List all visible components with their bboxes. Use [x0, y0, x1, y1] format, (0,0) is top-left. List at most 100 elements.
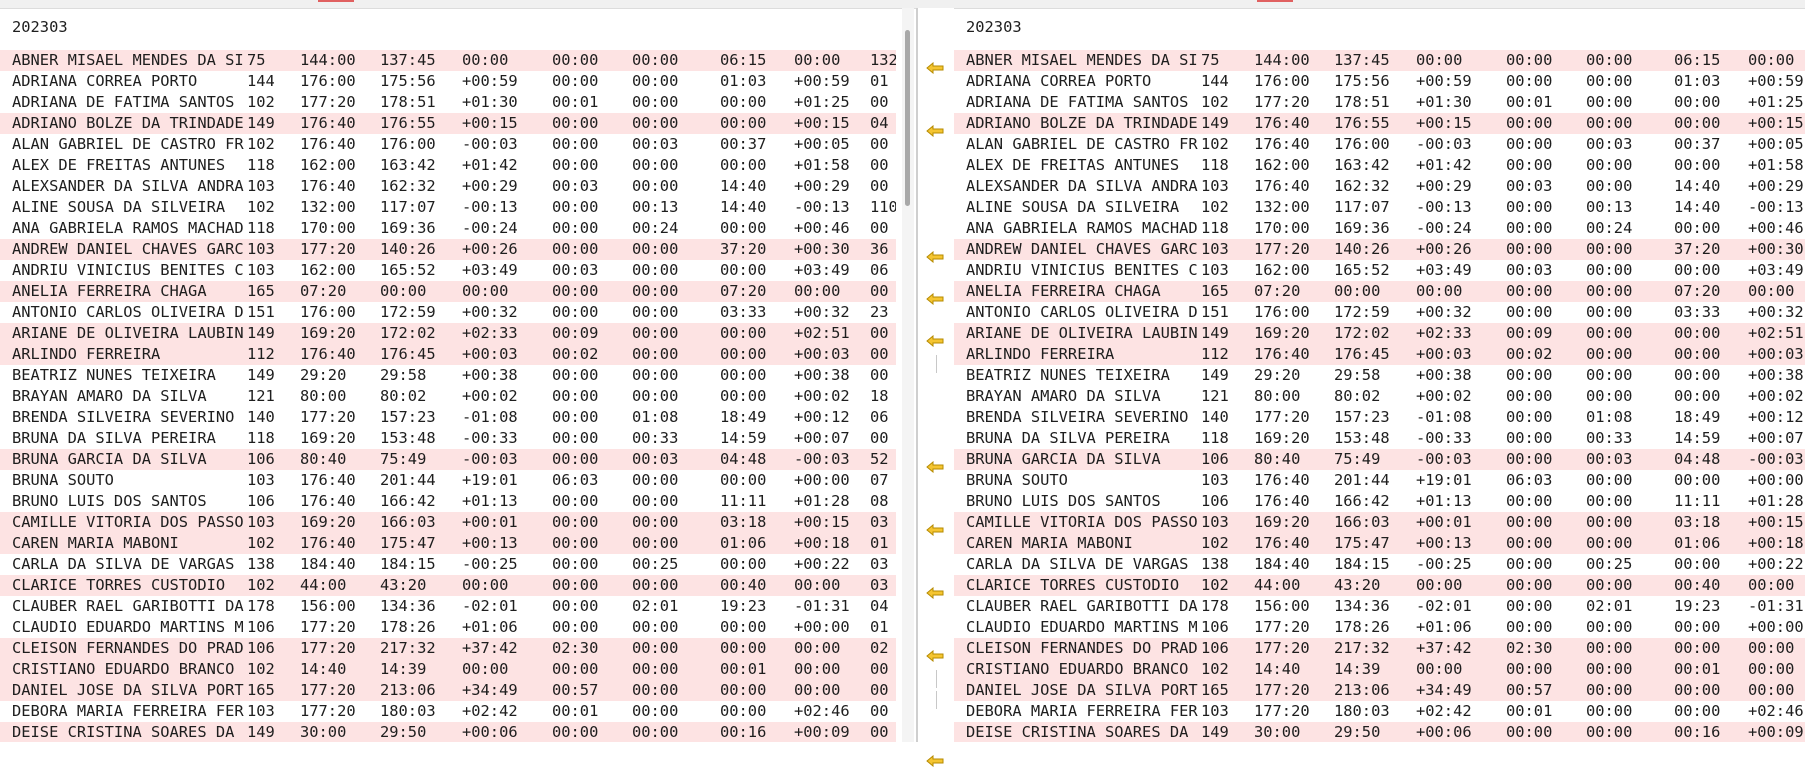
copy-left-arrow-icon[interactable]: [926, 335, 944, 347]
table-row[interactable]: CLAUDIO EDUARDO MARTINS M 106 177:20 178:26…: [0, 617, 896, 638]
copy-left-button[interactable]: [918, 646, 954, 667]
table-row[interactable]: ARIANE DE OLIVEIRA LAUBIN 149 169:20 172:02…: [0, 323, 896, 344]
table-row[interactable]: BRUNA GARCIA DA SILVA 106 80:40 75:49 -00:03…: [0, 449, 896, 470]
right-file-pane[interactable]: 202303 ABNER MISAEL MENDES DA SI 75 144:00…: [954, 8, 1805, 742]
table-row[interactable]: CAREN MARIA MABONI 102 176:40 175:47 +00:13 0…: [0, 533, 896, 554]
table-row[interactable]: CRISTIANO EDUARDO BRANCO 102 14:40 14:39 00:…: [0, 659, 896, 680]
table-row[interactable]: ANTONIO CARLOS OLIVEIRA D 151 176:00 172:59…: [0, 302, 896, 323]
copy-left-button[interactable]: [918, 121, 954, 142]
table-row[interactable]: ARIANE DE OLIVEIRA LAUBIN 149 169:20 172:02…: [954, 323, 1805, 344]
table-row[interactable]: CRISTIANO EDUARDO BRANCO 102 14:40 14:39 00:…: [954, 659, 1805, 680]
table-row[interactable]: ADRIANA CORREA PORTO 144 176:00 175:56 +00:5…: [954, 71, 1805, 92]
table-row[interactable]: ALEX DE FREITAS ANTUNES 118 162:00 163:42 +0…: [0, 155, 896, 176]
table-row[interactable]: ANA GABRIELA RAMOS MACHAD 118 170:00 169:36…: [954, 218, 1805, 239]
copy-left-arrow-icon[interactable]: [926, 125, 944, 137]
copy-left-button[interactable]: [918, 751, 954, 772]
table-row[interactable]: ALEXSANDER DA SILVA ANDRA 103 176:40 162:32…: [954, 176, 1805, 197]
table-row[interactable]: BRUNA DA SILVA PEREIRA 118 169:20 153:48 -00…: [954, 428, 1805, 449]
table-row[interactable]: ABNER MISAEL MENDES DA SI 75 144:00 137:45 0…: [954, 50, 1805, 71]
table-row[interactable]: ALINE SOUSA DA SILVEIRA 102 132:00 117:07 -0…: [954, 197, 1805, 218]
table-row[interactable]: CLARICE TORRES CUSTODIO 102 44:00 43:20 00:0…: [954, 575, 1805, 596]
table-row[interactable]: ANDREW DANIEL CHAVES GARC 103 177:20 140:26…: [0, 239, 896, 260]
table-row[interactable]: BEATRIZ NUNES TEIXEIRA 149 29:20 29:58 +00:3…: [954, 365, 1805, 386]
table-row[interactable]: ALEX DE FREITAS ANTUNES 118 162:00 163:42 +0…: [954, 155, 1805, 176]
employee-name: ALINE SOUSA DA SILVEIRA: [966, 198, 1180, 216]
table-row[interactable]: DEBORA MARIA FERREIRA FER 103 177:20 180:03…: [0, 701, 896, 722]
copy-left-button[interactable]: [918, 583, 954, 604]
table-row[interactable]: CLAUDIO EDUARDO MARTINS M 106 177:20 178:26…: [954, 617, 1805, 638]
table-row[interactable]: ANDRIU VINICIUS BENITES C 103 162:00 165:52…: [954, 260, 1805, 281]
table-row[interactable]: ADRIANA DE FATIMA SANTOS 102 177:20 178:51 +…: [0, 92, 896, 113]
time-value: 177:20: [300, 93, 356, 111]
copy-left-button[interactable]: [918, 457, 954, 478]
table-row[interactable]: DANIEL JOSE DA SILVA PORT 165 177:20 213:06…: [0, 680, 896, 701]
table-row[interactable]: ALEXSANDER DA SILVA ANDRA 103 176:40 162:32…: [0, 176, 896, 197]
table-row[interactable]: DANIEL JOSE DA SILVA PORT 165 177:20 213:06…: [954, 680, 1805, 701]
copy-left-button[interactable]: [918, 331, 954, 352]
table-row[interactable]: CLAUBER RAEL GARIBOTTI DA 178 156:00 134:36…: [0, 596, 896, 617]
time-value: 00:00: [794, 51, 841, 69]
table-row[interactable]: BRUNA DA SILVA PEREIRA 118 169:20 153:48 -00…: [0, 428, 896, 449]
table-row[interactable]: ANDREW DANIEL CHAVES GARC 103 177:20 140:26…: [954, 239, 1805, 260]
employee-name: CRISTIANO EDUARDO BRANCO: [966, 660, 1189, 678]
time-value: 177:20: [300, 702, 356, 720]
copy-left-button[interactable]: [918, 520, 954, 541]
table-row[interactable]: DEISE CRISTINA SOARES DA 149 30:00 29:50 +00…: [0, 722, 896, 742]
table-row[interactable]: CAMILLE VITORIA DOS PASSO 103 169:20 166:03…: [954, 512, 1805, 533]
table-row[interactable]: ADRIANA CORREA PORTO 144 176:00 175:56 +00:5…: [0, 71, 896, 92]
table-row[interactable]: BRUNO LUIS DOS SANTOS 106 176:40 166:42 +01:…: [954, 491, 1805, 512]
table-row[interactable]: CAMILLE VITORIA DOS PASSO 103 169:20 166:03…: [0, 512, 896, 533]
table-row[interactable]: DEBORA MARIA FERREIRA FER 103 177:20 180:03…: [954, 701, 1805, 722]
copy-left-arrow-icon[interactable]: [926, 524, 944, 536]
table-row[interactable]: ANA GABRIELA RAMOS MACHAD 118 170:00 169:36…: [0, 218, 896, 239]
time-value: 44:00: [1254, 576, 1301, 594]
table-row[interactable]: BRENDA SILVEIRA SEVERINO 140 177:20 157:23 -…: [0, 407, 896, 428]
copy-left-arrow-icon[interactable]: [926, 251, 944, 263]
table-row[interactable]: ALINE SOUSA DA SILVEIRA 102 132:00 117:07 -0…: [0, 197, 896, 218]
table-row[interactable]: CLAUBER RAEL GARIBOTTI DA 178 156:00 134:36…: [954, 596, 1805, 617]
table-row[interactable]: ADRIANO BOLZE DA TRINDADE 149 176:40 176:55…: [954, 113, 1805, 134]
table-row[interactable]: BRUNA GARCIA DA SILVA 106 80:40 75:49 -00:03…: [954, 449, 1805, 470]
table-row[interactable]: ANELIA FERREIRA CHAGA 165 07:20 00:00 00:00 0…: [954, 281, 1805, 302]
table-row[interactable]: CLEISON FERNANDES DO PRAD 106 177:20 217:32…: [0, 638, 896, 659]
copy-left-arrow-icon[interactable]: [926, 650, 944, 662]
time-value: 00:00: [1506, 114, 1553, 132]
table-row[interactable]: ALAN GABRIEL DE CASTRO FR 102 176:40 176:00…: [0, 134, 896, 155]
left-file-pane[interactable]: 202303 ABNER MISAEL MENDES DA SI 75 144:00…: [0, 8, 896, 742]
scrollbar-thumb[interactable]: [905, 30, 910, 206]
table-row[interactable]: BRUNA SOUTO 103 176:40 201:44 +19:01 06:03 00:…: [0, 470, 896, 491]
table-row[interactable]: ADRIANA DE FATIMA SANTOS 102 177:20 178:51 +…: [954, 92, 1805, 113]
copy-left-arrow-icon[interactable]: [926, 62, 944, 74]
table-row[interactable]: CARLA DA SILVA DE VARGAS 138 184:40 184:15 -…: [954, 554, 1805, 575]
table-row[interactable]: BRUNO LUIS DOS SANTOS 106 176:40 166:42 +01:…: [0, 491, 896, 512]
copy-left-arrow-icon[interactable]: [926, 587, 944, 599]
table-row[interactable]: CLEISON FERNANDES DO PRAD 106 177:20 217:32…: [954, 638, 1805, 659]
table-row[interactable]: BRAYAN AMARO DA SILVA 121 80:00 80:02 +00:02…: [0, 386, 896, 407]
table-row[interactable]: ARLINDO FERREIRA 112 176:40 176:45 +00:03 00:…: [954, 344, 1805, 365]
table-row[interactable]: ARLINDO FERREIRA 112 176:40 176:45 +00:03 00:…: [0, 344, 896, 365]
copy-left-arrow-icon[interactable]: [926, 293, 944, 305]
table-row[interactable]: CAREN MARIA MABONI 102 176:40 175:47 +00:13 0…: [954, 533, 1805, 554]
table-row[interactable]: DEISE CRISTINA SOARES DA 149 30:00 29:50 +00…: [954, 722, 1805, 742]
table-row[interactable]: ANTONIO CARLOS OLIVEIRA D 151 176:00 172:59…: [954, 302, 1805, 323]
employee-name: CLAUDIO EDUARDO MARTINS M: [12, 618, 244, 636]
table-row[interactable]: CARLA DA SILVA DE VARGAS 138 184:40 184:15 -…: [0, 554, 896, 575]
table-row[interactable]: ANDRIU VINICIUS BENITES C 103 162:00 165:52…: [0, 260, 896, 281]
table-row[interactable]: BRUNA SOUTO 103 176:40 201:44 +19:01 06:03 00:…: [954, 470, 1805, 491]
vertical-scrollbar[interactable]: [902, 8, 914, 742]
table-row[interactable]: CLARICE TORRES CUSTODIO 102 44:00 43:20 00:0…: [0, 575, 896, 596]
table-row[interactable]: ABNER MISAEL MENDES DA SI 75 144:00 137:45 0…: [0, 50, 896, 71]
table-row[interactable]: ANELIA FERREIRA CHAGA 165 07:20 00:00 00:00 0…: [0, 281, 896, 302]
table-row[interactable]: ADRIANO BOLZE DA TRINDADE 149 176:40 176:55…: [0, 113, 896, 134]
copy-left-arrow-icon[interactable]: [926, 755, 944, 767]
copy-left-arrow-icon[interactable]: [926, 461, 944, 473]
table-row[interactable]: ALAN GABRIEL DE CASTRO FR 102 176:40 176:00…: [954, 134, 1805, 155]
copy-left-button[interactable]: [918, 58, 954, 79]
copy-left-button[interactable]: [918, 289, 954, 310]
copy-left-button[interactable]: [918, 247, 954, 268]
time-value: 00:00: [632, 72, 679, 90]
table-row[interactable]: BEATRIZ NUNES TEIXEIRA 149 29:20 29:58 +00:3…: [0, 365, 896, 386]
table-row[interactable]: BRENDA SILVEIRA SEVERINO 140 177:20 157:23 -…: [954, 407, 1805, 428]
table-row[interactable]: BRAYAN AMARO DA SILVA 121 80:00 80:02 +00:02…: [954, 386, 1805, 407]
time-value: 00:00: [552, 429, 599, 447]
